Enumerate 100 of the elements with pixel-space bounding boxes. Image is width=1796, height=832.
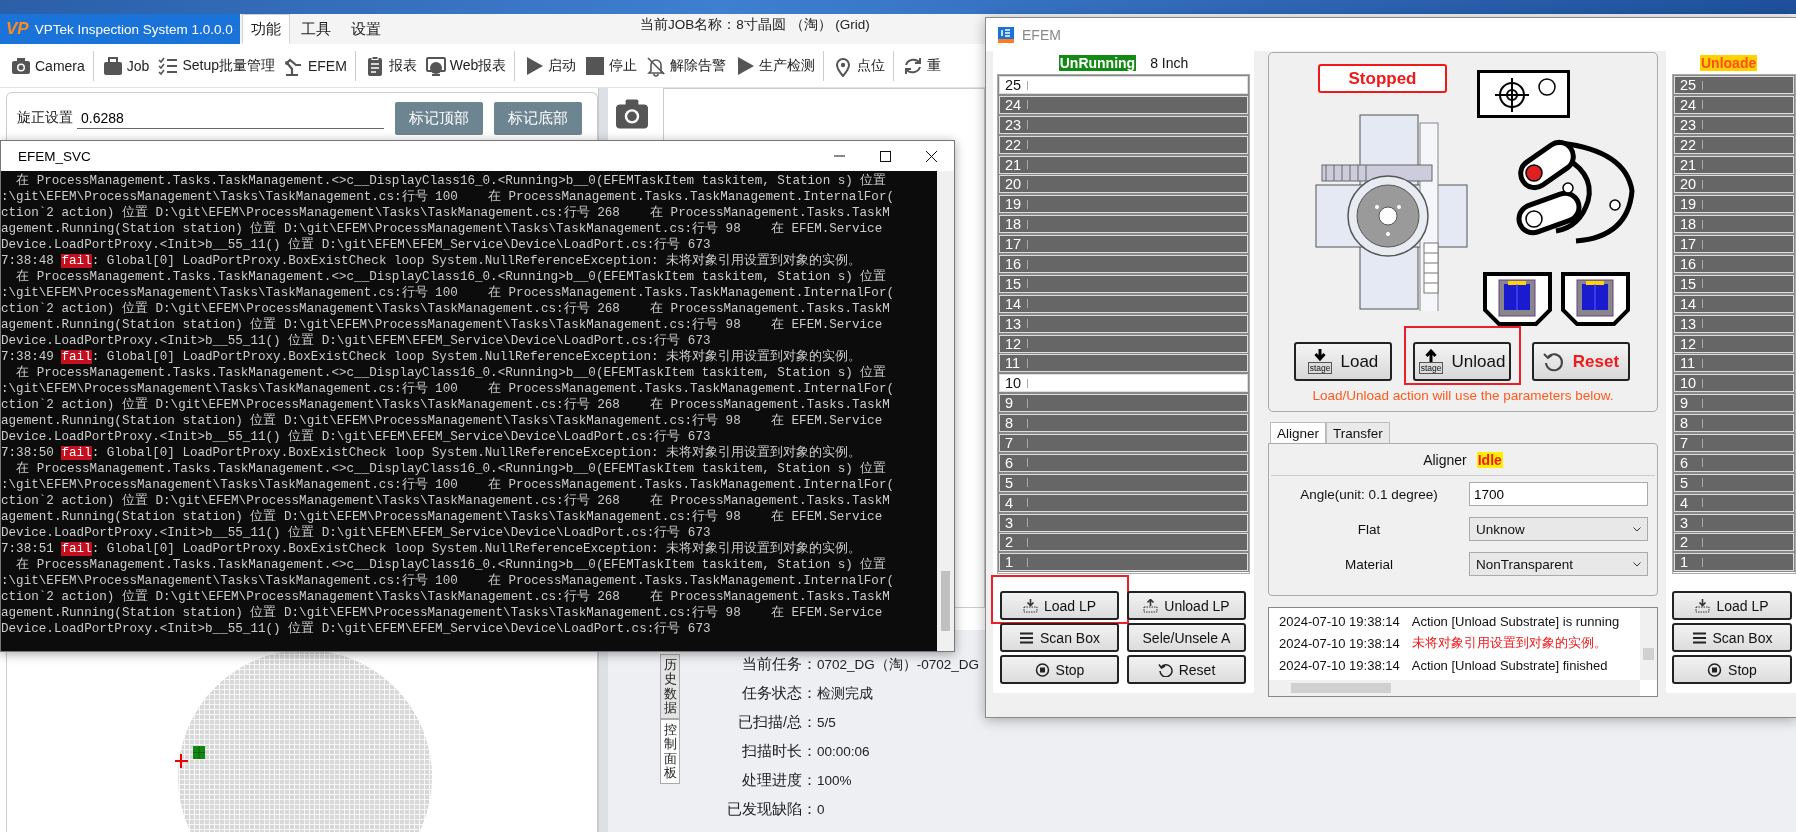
menu-tab[interactable]: 工具 <box>292 14 340 44</box>
wafer-slot[interactable]: 20 <box>999 175 1248 194</box>
wafer-slot[interactable]: 10 <box>1674 374 1794 393</box>
wafer-slot[interactable]: 7 <box>1674 434 1794 453</box>
mark-button[interactable]: 标记顶部 <box>395 101 483 135</box>
wafer-slot[interactable]: 9 <box>999 394 1248 413</box>
wafer-slot[interactable]: 25 <box>999 76 1248 94</box>
wafer-slot[interactable]: 8 <box>1674 414 1794 433</box>
mark-button[interactable]: 标记底部 <box>494 101 582 135</box>
wafer-slot[interactable]: 2 <box>1674 533 1794 552</box>
port-status: Unloade <box>1700 54 1758 71</box>
menu-tab[interactable]: 设置 <box>342 14 390 44</box>
toolbar-button[interactable]: Setup批量管理 <box>153 47 279 84</box>
dropdown[interactable]: Unknow <box>1469 517 1648 541</box>
wafer-slot[interactable]: 19 <box>1674 195 1794 214</box>
port-button[interactable]: Reset <box>1127 655 1246 684</box>
menu-tab[interactable]: 功能 <box>242 14 290 44</box>
tab[interactable]: Aligner <box>1270 422 1327 443</box>
wafer-slot[interactable]: 17 <box>999 235 1248 254</box>
wafer-slot[interactable]: 18 <box>999 215 1248 234</box>
wafer-slot[interactable]: 18 <box>1674 215 1794 234</box>
wafer-slot[interactable]: 6 <box>1674 453 1794 472</box>
toolbar-button[interactable]: Camera <box>6 47 89 84</box>
port-button[interactable]: Scan Box <box>1000 623 1119 652</box>
arrow-up-icon <box>1424 349 1439 362</box>
wafer-slot[interactable]: 16 <box>1674 255 1794 273</box>
wafer-slot[interactable]: 13 <box>1674 314 1794 333</box>
wafer-slot[interactable]: 4 <box>1674 493 1794 512</box>
port-button[interactable]: Sele/Unsele A <box>1127 623 1246 652</box>
toolbar-button[interactable]: 启动 <box>519 47 581 84</box>
wafer-slot[interactable]: 7 <box>999 434 1248 453</box>
wafer-slot[interactable]: 21 <box>1674 155 1794 174</box>
side-tab[interactable]: 历史数据 <box>660 654 680 720</box>
toolbar-button[interactable]: 停止 <box>580 47 642 84</box>
wafer-slot[interactable]: 11 <box>999 354 1248 373</box>
wafer-slot[interactable]: 16 <box>999 255 1248 273</box>
toolbar-button[interactable]: 报表 <box>359 47 421 84</box>
wafer-slot[interactable]: 19 <box>999 195 1248 214</box>
wafer-slot[interactable]: 21 <box>999 155 1248 174</box>
wafer-slot[interactable]: 22 <box>1674 135 1794 154</box>
field-label: Material <box>1344 555 1394 574</box>
aligner-status: Idle <box>1476 451 1503 468</box>
console-line: agement.Running(Station station) 位置 D:\git\EFEM\ProcessManagement\Tasks\TaskManagement.cs:行号 98 在 EFEM.Service <box>1 509 884 525</box>
cassette-icon <box>1482 271 1553 326</box>
wafer-slot[interactable]: 3 <box>999 513 1248 532</box>
angle-input[interactable]: 1700 <box>1469 482 1648 506</box>
info-label: 任务状态： <box>741 684 817 703</box>
wafer-slot[interactable]: 25 <box>1674 76 1794 94</box>
wafer-slot[interactable]: 1 <box>1674 553 1794 572</box>
port-button[interactable]: Load LP <box>1672 591 1792 620</box>
wafer-slot[interactable]: 4 <box>999 493 1248 512</box>
wafer-slot[interactable]: 13 <box>999 314 1248 333</box>
wafer-slot[interactable]: 14 <box>1674 294 1794 313</box>
action-button[interactable]: stage Load <box>1294 342 1392 381</box>
console-line: ction`2 action) 位置 D:\git\EFEM\ProcessManagement\Tasks\TaskManagement.cs:行号 268 在 ProcessManagement.Tasks.TaskM <box>1 301 891 317</box>
toolbar-button[interactable]: EFEM <box>278 47 351 84</box>
wafer-slot[interactable]: 15 <box>999 274 1248 293</box>
wafer-slot[interactable]: 20 <box>1674 175 1794 194</box>
wafer-slot[interactable]: 22 <box>999 135 1248 154</box>
wafer-slot[interactable]: 24 <box>1674 95 1794 114</box>
dropdown[interactable]: NonTransparent <box>1469 552 1648 576</box>
wafer-slot[interactable]: 8 <box>999 414 1248 433</box>
console-line: Device.LoadPortProxy.<Init>b__55_11() 位置 D:\git\EFEM\EFEM_Service\Device\LoadPort.cs:行号 673 <box>1 237 712 253</box>
wafer-slot[interactable]: 3 <box>1674 513 1794 532</box>
toolbar-button[interactable]: Job <box>97 47 154 84</box>
side-tab[interactable]: 控制面板 <box>660 719 680 785</box>
port-button[interactable]: Stop <box>1000 655 1119 684</box>
wafer-slot[interactable]: 1 <box>999 553 1248 572</box>
tab[interactable]: Transfer <box>1326 422 1390 443</box>
camera-icon[interactable] <box>613 98 651 130</box>
wafer-slot[interactable]: 24 <box>999 95 1248 114</box>
toolbar-button[interactable]: 点位 <box>828 47 890 84</box>
port-button[interactable]: Scan Box <box>1672 623 1792 652</box>
action-button[interactable]: Reset <box>1532 342 1630 381</box>
wafer-slot[interactable]: 12 <box>1674 334 1794 353</box>
reset-icon <box>1157 662 1173 677</box>
wafer-slot[interactable]: 9 <box>1674 394 1794 413</box>
toolbar-button[interactable]: 重 <box>898 47 946 84</box>
wafer-slot[interactable]: 5 <box>1674 473 1794 492</box>
toolbar-button[interactable]: 解除告警 <box>641 47 731 84</box>
wafer-slot[interactable]: 10 <box>999 374 1248 393</box>
info-label: 当前任务： <box>741 655 817 674</box>
wafer-slot[interactable]: 23 <box>1674 115 1794 134</box>
wafer-slot[interactable]: 15 <box>1674 274 1794 293</box>
wafer-slot[interactable]: 12 <box>999 334 1248 353</box>
console-line: :\git\EFEM\ProcessManagement\Tasks\TaskManagement.cs:行号 100 在 ProcessManagement.Tasks.TaskManagement.InternalFor( <box>1 285 895 301</box>
port-button[interactable]: Stop <box>1672 655 1792 684</box>
wafer-slot[interactable]: 14 <box>999 294 1248 313</box>
toolbar-button[interactable]: 生产检测 <box>730 47 820 84</box>
port-button[interactable]: Load LP <box>1000 591 1119 620</box>
wafer-slot[interactable]: 2 <box>999 533 1248 552</box>
wafer-slot[interactable]: 5 <box>999 473 1248 492</box>
wafer-slot[interactable]: 23 <box>999 115 1248 134</box>
wafer-slot[interactable]: 17 <box>1674 235 1794 254</box>
wafer-slot[interactable]: 6 <box>999 453 1248 472</box>
toolbar-button[interactable]: Web报表 <box>420 47 511 84</box>
action-button[interactable]: stage Unload <box>1413 342 1511 381</box>
rotation-input[interactable]: 0.6288 <box>77 107 384 129</box>
port-button[interactable]: Unload LP <box>1127 591 1246 620</box>
wafer-slot[interactable]: 11 <box>1674 354 1794 373</box>
